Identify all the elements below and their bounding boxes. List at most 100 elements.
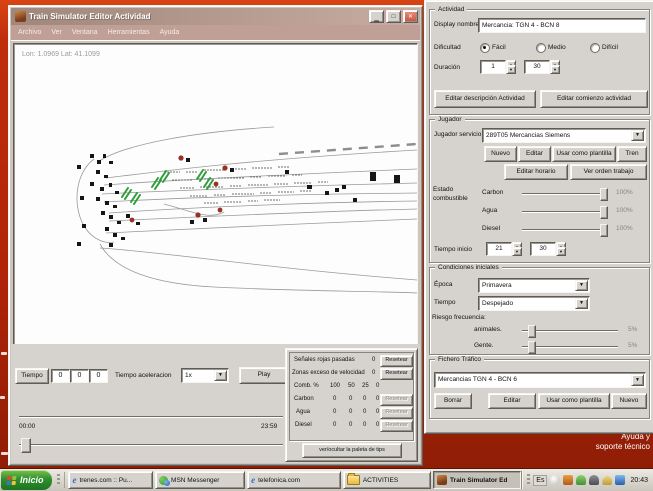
traffic-delete-button[interactable]: Borrar	[434, 393, 472, 409]
people-slider-label: Gente.	[474, 342, 494, 350]
display-name-field[interactable]: Mercancia: TGN 4 - BCN 8	[478, 18, 646, 33]
weather-dropdown[interactable]: Despejado	[478, 296, 590, 311]
spin-down-icon[interactable]	[550, 65, 560, 74]
quick-launch-grip[interactable]	[54, 472, 66, 488]
animals-slider-track[interactable]	[522, 330, 618, 332]
chevron-down-icon[interactable]	[575, 280, 588, 291]
fuel-state-label-2: combustible	[433, 195, 468, 203]
diesel-reset-button[interactable]: Resetear	[380, 420, 413, 432]
time-slider-track[interactable]	[19, 444, 283, 446]
service-dropdown[interactable]: 289T05 Mercancias Siemens	[482, 128, 646, 143]
windows-logo-icon	[7, 476, 17, 485]
wallpaper-help-line2: soporte técnico	[520, 442, 650, 452]
radio-dificil[interactable]	[590, 43, 600, 53]
taskbar-task-activities-folder[interactable]: ACTIVITIES	[343, 471, 431, 489]
start-minutes-spinner[interactable]: 30	[530, 242, 566, 256]
tiempo-button-label: Tiempo	[21, 373, 42, 380]
radio-medio[interactable]	[536, 43, 546, 53]
service-new-button[interactable]: Nuevo	[484, 146, 517, 162]
map-viewport[interactable]: Lon: 1.0969 Lat: 41.1099	[13, 43, 418, 346]
service-template-button[interactable]: Usar como plantilla	[552, 146, 616, 162]
menu-ver[interactable]: Ver	[51, 29, 62, 36]
agua-v3: 0	[376, 409, 379, 416]
work-order-button[interactable]: Ver orden trabajo	[570, 164, 647, 180]
task-label: trenes.com :: Pu...	[79, 477, 132, 484]
carbon-slider-track[interactable]	[522, 193, 608, 195]
taskbar-task-trenes[interactable]: e trenes.com :: Pu...	[68, 471, 153, 489]
agua-slider-thumb[interactable]	[600, 206, 608, 219]
carbon-slider-thumb[interactable]	[600, 188, 608, 201]
home-icon[interactable]	[602, 475, 612, 485]
time-field-seconds[interactable]: 0	[89, 369, 108, 383]
diesel-slider-thumb[interactable]	[600, 224, 608, 237]
traffic-file-dropdown[interactable]: Mercancias TGN 4 - BCN 6	[434, 372, 646, 388]
chevron-down-icon[interactable]	[214, 370, 227, 381]
diesel-slider-track[interactable]	[522, 229, 608, 231]
duration-minutes-spinner[interactable]: 30	[524, 60, 560, 74]
maximize-button[interactable]: □	[386, 10, 401, 23]
taskbar-task-telefonica[interactable]: e telefonica.com	[247, 471, 341, 489]
duration-hours-spinner[interactable]: 1	[480, 60, 516, 74]
tiempo-button[interactable]: Tiempo	[15, 368, 49, 384]
radio-facil[interactable]	[480, 43, 490, 53]
menu-ayuda[interactable]: Ayuda	[160, 29, 180, 36]
animals-slider-thumb[interactable]	[528, 325, 536, 338]
close-icon: ✕	[408, 14, 413, 20]
season-value: Primavera	[482, 281, 576, 290]
accel-dropdown[interactable]: 1x	[181, 368, 229, 383]
slider-end-label: 23:59	[261, 423, 277, 431]
people-slider-track[interactable]	[522, 346, 618, 348]
people-icon[interactable]	[589, 475, 599, 485]
time-slider-thumb[interactable]	[21, 438, 31, 453]
season-dropdown[interactable]: Primavera	[478, 278, 590, 293]
chevron-down-icon[interactable]	[631, 374, 644, 386]
carbon-reset-button[interactable]: Resetear	[380, 394, 413, 406]
taskbar-task-messenger[interactable]: MSN Messenger	[155, 471, 245, 489]
menu-archivo[interactable]: Archivo	[18, 29, 41, 36]
chevron-down-icon[interactable]	[631, 130, 644, 141]
spin-down-icon[interactable]	[556, 247, 566, 256]
speed-zones-reset-button[interactable]: Resetear	[380, 368, 413, 380]
agua-reset-button[interactable]: Resetear	[380, 407, 413, 419]
service-train-button[interactable]: Tren	[617, 146, 647, 162]
chevron-down-icon[interactable]	[575, 298, 588, 309]
close-button[interactable]: ✕	[403, 10, 418, 23]
monitor-panel: Señales rojas pasadas 0 Resetear Zonas e…	[285, 348, 418, 462]
alert-icon[interactable]	[563, 475, 573, 485]
agua-slider-track[interactable]	[522, 211, 608, 213]
service-edit-label: Editar	[526, 151, 543, 158]
monitor-box: Señales rojas pasadas 0 Resetear Zonas e…	[289, 352, 414, 441]
service-edit-button[interactable]: Editar	[518, 146, 551, 162]
spin-down-icon[interactable]	[506, 65, 516, 74]
signals-reset-button[interactable]: Resetear	[380, 355, 413, 367]
people-slider-thumb[interactable]	[528, 341, 536, 354]
palette-toggle-button[interactable]: ver/ocultar la paleta de tips	[302, 443, 402, 458]
taskbar-task-train-simulator[interactable]: Train Simulator Ed	[433, 471, 521, 489]
menu-ventana[interactable]: Ventana	[72, 29, 98, 36]
time-field-hours[interactable]: 0	[51, 369, 70, 383]
menu-herramientas[interactable]: Herramientas	[108, 29, 150, 36]
window-title: Train Simulator Editor Actividad	[29, 12, 151, 21]
edit-schedule-button[interactable]: Editar horario	[504, 164, 568, 180]
play-button-label: Play	[258, 372, 271, 379]
edit-description-button[interactable]: Editar descripción Actividad	[434, 90, 536, 108]
play-button[interactable]: Play	[239, 367, 289, 384]
status-circle-icon[interactable]	[550, 475, 560, 485]
taskbar: Inicio e trenes.com :: Pu... MSN Messeng…	[0, 468, 653, 491]
network-icon[interactable]	[615, 475, 625, 485]
language-indicator[interactable]: Es	[533, 475, 547, 486]
messenger-contact-icon[interactable]	[576, 475, 586, 485]
title-bar[interactable]: Train Simulator Editor Actividad ▁ □ ✕	[11, 8, 420, 25]
edit-start-button[interactable]: Editar comienzo actividad	[540, 90, 648, 108]
spin-down-icon[interactable]	[512, 247, 522, 256]
time-field-minutes[interactable]: 0	[70, 369, 89, 383]
start-button[interactable]: Inicio	[1, 470, 52, 490]
radio-medio-label: Medio	[548, 44, 566, 52]
traffic-edit-button[interactable]: Editar	[488, 393, 536, 409]
agua-row-label: Agua	[296, 409, 310, 416]
menu-bar: Archivo Ver Ventana Herramientas Ayuda	[11, 25, 420, 41]
start-hours-spinner[interactable]: 21	[486, 242, 522, 256]
traffic-new-button[interactable]: Nuevo	[611, 393, 647, 409]
traffic-template-button[interactable]: Usar como plantilla	[538, 393, 610, 409]
minimize-button[interactable]: ▁	[369, 10, 384, 23]
